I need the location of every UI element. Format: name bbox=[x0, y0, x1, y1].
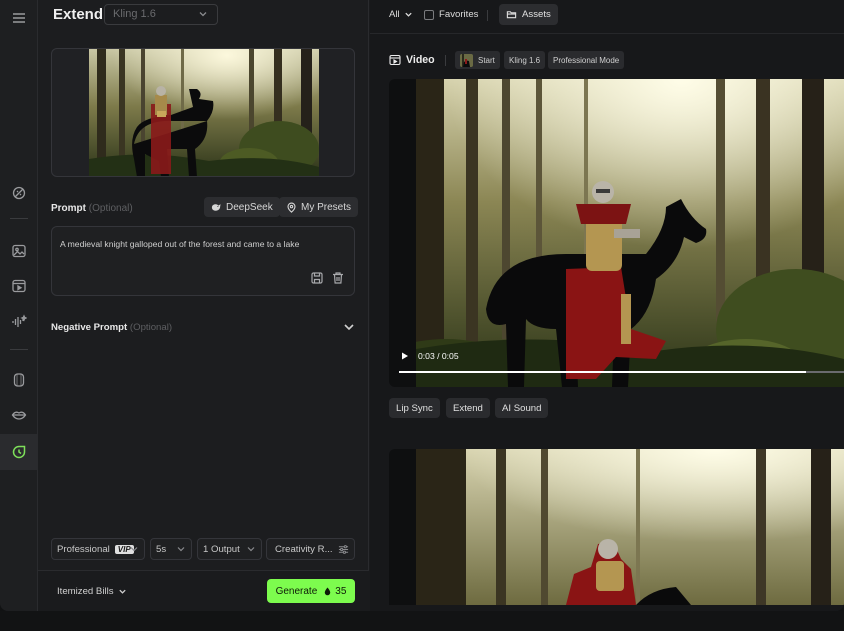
negative-prompt-label[interactable]: Negative Prompt (Optional) bbox=[51, 322, 172, 333]
video-heading-text: Video bbox=[406, 54, 435, 66]
playback-time: 0:03 / 0:05 bbox=[418, 351, 459, 361]
favorites-checkbox[interactable]: Favorites bbox=[424, 9, 478, 20]
chevron-down-icon bbox=[405, 12, 412, 17]
source-video-thumbnail[interactable] bbox=[51, 48, 355, 177]
chevron-down-icon bbox=[130, 547, 138, 552]
mode-select[interactable]: Professional VIP bbox=[51, 538, 145, 560]
start-frame-thumbnail bbox=[460, 53, 473, 67]
toolbar-divider bbox=[487, 10, 488, 21]
lip-sync-button[interactable]: Lip Sync bbox=[389, 398, 440, 418]
tag-mode: Professional Mode bbox=[548, 51, 625, 69]
tag-start: Start bbox=[455, 51, 500, 69]
results-toolbar: All Favorites Assets bbox=[370, 0, 844, 34]
folder-icon bbox=[506, 11, 517, 19]
location-pin-icon bbox=[287, 202, 296, 213]
chevron-down-icon bbox=[199, 12, 207, 17]
panel-title: Extend bbox=[53, 6, 104, 23]
video-player[interactable]: 0:03 / 0:05 bbox=[389, 79, 844, 387]
chevron-down-icon bbox=[177, 547, 185, 552]
prompt-textarea[interactable]: A medieval knight galloped out of the fo… bbox=[51, 226, 355, 296]
video-frame bbox=[416, 79, 844, 387]
video-progress-bar[interactable] bbox=[399, 371, 844, 373]
output-count-select[interactable]: 1 Output bbox=[197, 538, 262, 560]
bottom-strip bbox=[0, 611, 844, 631]
playback-controls: 0:03 / 0:05 bbox=[401, 351, 459, 361]
filter-all-label: All bbox=[389, 9, 400, 20]
duration-select[interactable]: 5s bbox=[150, 538, 192, 560]
effects-icon[interactable] bbox=[0, 175, 38, 211]
panel-footer: Itemized Bills Generate 35 bbox=[38, 570, 369, 611]
negative-optional-text: (Optional) bbox=[129, 322, 173, 333]
video-icon[interactable] bbox=[0, 268, 38, 304]
model-select-value: Kling 1.6 bbox=[113, 8, 156, 20]
prompt-label-text: Prompt bbox=[51, 203, 86, 214]
extend-button[interactable]: Extend bbox=[446, 398, 490, 418]
video-icon bbox=[389, 54, 401, 66]
avatar-icon[interactable] bbox=[0, 362, 38, 398]
tag-model: Kling 1.6 bbox=[504, 51, 546, 69]
prompt-optional-text: (Optional) bbox=[88, 203, 133, 214]
duration-value: 5s bbox=[156, 543, 167, 555]
creativity-button[interactable]: Creativity R... bbox=[266, 538, 355, 560]
credit-icon bbox=[325, 586, 331, 595]
rail-divider bbox=[10, 349, 28, 350]
chevron-down-icon bbox=[247, 547, 255, 552]
left-rail bbox=[0, 0, 38, 611]
video-frame-2 bbox=[416, 449, 844, 605]
generate-cost-value: 35 bbox=[335, 585, 347, 597]
app-window: Extend Kling 1.6 Prompt (Optional) DeepS… bbox=[0, 0, 844, 611]
chevron-down-icon bbox=[118, 589, 126, 594]
video-head-divider bbox=[445, 55, 446, 66]
negative-prompt-text: Negative Prompt bbox=[51, 322, 128, 333]
output-count-value: 1 Output bbox=[203, 543, 240, 555]
favorites-checkbox-box[interactable] bbox=[424, 9, 434, 20]
itemized-bills-toggle[interactable]: Itemized Bills bbox=[57, 586, 127, 597]
my-presets-label: My Presets bbox=[301, 201, 352, 213]
chevron-down-icon[interactable] bbox=[342, 320, 356, 334]
play-icon[interactable] bbox=[401, 352, 409, 360]
assets-button[interactable]: Assets bbox=[499, 4, 558, 25]
generate-cost: 35 bbox=[323, 586, 346, 597]
extend-icon[interactable] bbox=[0, 434, 38, 470]
ai-sound-button[interactable]: AI Sound bbox=[495, 398, 549, 418]
model-select[interactable]: Kling 1.6 bbox=[104, 4, 218, 25]
deepseek-button[interactable]: DeepSeek bbox=[204, 197, 280, 217]
sliders-icon bbox=[338, 545, 349, 554]
mode-value: Professional bbox=[57, 543, 110, 555]
deepseek-label: DeepSeek bbox=[226, 201, 273, 213]
video-header: Video bbox=[389, 50, 435, 70]
image-icon[interactable] bbox=[0, 233, 38, 269]
rail-divider bbox=[10, 218, 28, 219]
video-heading: Video bbox=[389, 54, 435, 66]
audio-icon[interactable] bbox=[0, 304, 38, 340]
creativity-label: Creativity R... bbox=[275, 543, 333, 555]
extend-panel: Extend Kling 1.6 Prompt (Optional) DeepS… bbox=[38, 0, 369, 611]
filter-all-dropdown[interactable]: All bbox=[389, 9, 413, 20]
assets-label: Assets bbox=[522, 9, 551, 20]
generate-label: Generate bbox=[275, 585, 318, 597]
save-icon[interactable] bbox=[310, 271, 324, 285]
trash-icon[interactable] bbox=[331, 271, 345, 285]
prompt-label: Prompt (Optional) bbox=[51, 203, 133, 214]
source-thumbnail-image bbox=[89, 49, 319, 176]
prompt-text: A medieval knight galloped out of the fo… bbox=[60, 239, 300, 249]
deepseek-icon bbox=[211, 203, 221, 211]
favorites-label: Favorites bbox=[439, 9, 479, 20]
my-presets-button[interactable]: My Presets bbox=[279, 197, 359, 217]
lips-icon[interactable] bbox=[0, 397, 38, 433]
results-area: All Favorites Assets Video Start Kling 1… bbox=[370, 0, 844, 611]
generate-button[interactable]: Generate 35 bbox=[267, 579, 355, 603]
video-progress-fill bbox=[399, 371, 807, 373]
video-player-2[interactable] bbox=[389, 449, 844, 605]
tag-start-label: Start bbox=[478, 55, 495, 65]
itemized-bills-label: Itemized Bills bbox=[57, 586, 114, 597]
menu-icon[interactable] bbox=[0, 0, 38, 36]
